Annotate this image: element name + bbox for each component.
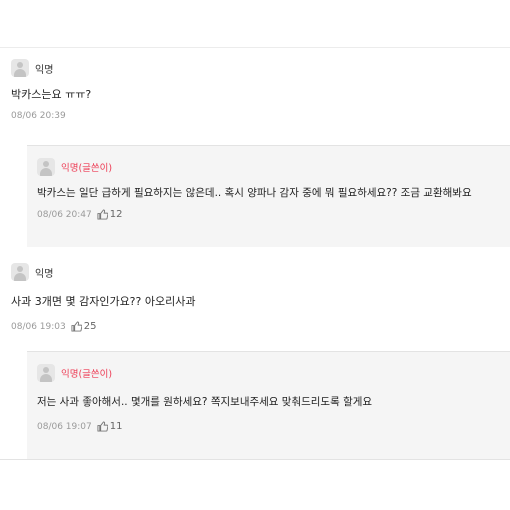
reply-author[interactable]: 익명(글쓴이) <box>61 366 112 380</box>
avatar-icon[interactable] <box>37 158 55 176</box>
reply-date: 08/06 20:47 <box>37 209 92 220</box>
divider <box>0 47 510 48</box>
like-count: 11 <box>109 421 123 432</box>
comment-text: 박카스는요 ㅠㅠ? <box>11 88 92 101</box>
reply-1: 익명(글쓴이) 박카스는 일단 급하게 필요하지는 않은데.. 혹시 양파나 감… <box>27 145 510 247</box>
reply-date: 08/06 19:07 <box>37 421 92 432</box>
comment-1: 익명 박카스는요 ㅠㅠ? 08/06 20:39 <box>11 59 491 121</box>
comment-text: 사과 3개면 몇 감자인가요?? 아오리사과 <box>11 295 196 308</box>
avatar-icon[interactable] <box>11 59 29 77</box>
reply-2: 익명(글쓴이) 저는 사과 좋아해서.. 몇개를 원하세요? 쪽지보내주세요 맞… <box>27 351 510 460</box>
avatar-icon[interactable] <box>37 364 55 382</box>
comment-2: 익명 사과 3개면 몇 감자인가요?? 아오리사과 08/06 19:03 25 <box>11 263 491 332</box>
like-button[interactable]: 25 <box>71 321 97 332</box>
like-button[interactable]: 12 <box>97 209 123 220</box>
thumbs-up-icon <box>97 209 108 220</box>
thumbs-up-icon <box>97 421 108 432</box>
comment-date: 08/06 20:39 <box>11 111 66 121</box>
divider <box>0 459 510 460</box>
like-count: 12 <box>109 209 123 220</box>
thumbs-up-icon <box>71 321 82 332</box>
reply-text: 박카스는 일단 급하게 필요하지는 않은데.. 혹시 양파나 감자 중에 뭐 필… <box>37 187 472 199</box>
reply-author[interactable]: 익명(글쓴이) <box>61 160 112 174</box>
comment-date: 08/06 19:03 <box>11 321 66 332</box>
like-button[interactable]: 11 <box>97 421 123 432</box>
like-count: 25 <box>83 321 97 332</box>
reply-text: 저는 사과 좋아해서.. 몇개를 원하세요? 쪽지보내주세요 맞춰드리도록 할게… <box>37 396 373 408</box>
comment-author[interactable]: 익명 <box>35 61 53 76</box>
avatar-icon[interactable] <box>11 263 29 281</box>
comment-author[interactable]: 익명 <box>35 265 53 280</box>
